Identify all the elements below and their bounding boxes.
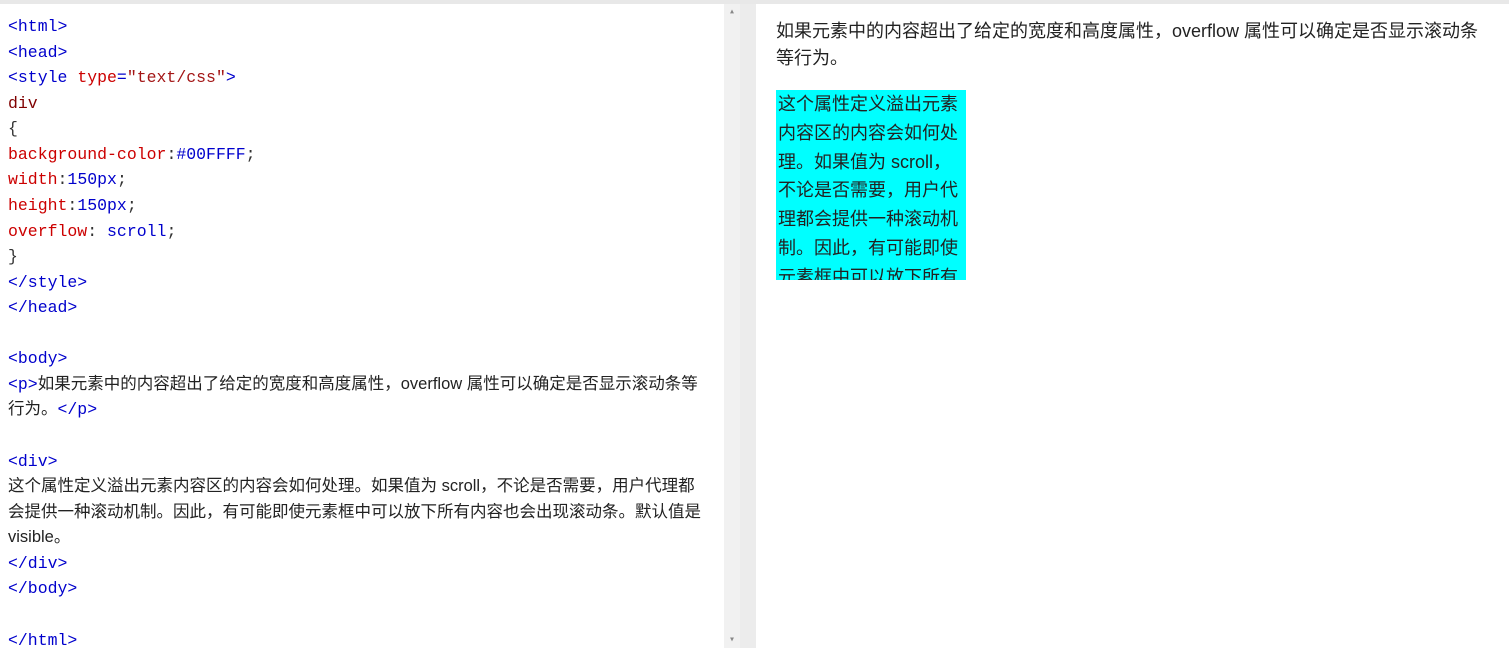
code-line[interactable] (8, 602, 708, 628)
code-line[interactable]: background-color:#00FFFF; (8, 142, 708, 168)
code-line[interactable]: </div> (8, 551, 708, 577)
scroll-down-icon[interactable]: ▾ (724, 632, 740, 648)
code-line[interactable]: <head> (8, 40, 708, 66)
code-content[interactable]: <html><head><style type="text/css">div{b… (8, 14, 732, 648)
code-line[interactable]: height:150px; (8, 193, 708, 219)
preview-pane: 如果元素中的内容超出了给定的宽度和高度属性，overflow 属性可以确定是否显… (756, 4, 1509, 648)
code-line[interactable]: overflow: scroll; (8, 219, 708, 245)
code-line[interactable]: <div> (8, 449, 708, 475)
code-line[interactable]: </head> (8, 295, 708, 321)
code-line[interactable]: <style type="text/css"> (8, 65, 708, 91)
code-line[interactable]: </html> (8, 628, 708, 649)
code-line[interactable]: div (8, 91, 708, 117)
code-line[interactable]: <p>如果元素中的内容超出了给定的宽度和高度属性，overflow 属性可以确定… (8, 372, 708, 423)
code-line[interactable]: <body> (8, 346, 708, 372)
editor-vertical-scrollbar[interactable]: ▴ ▾ (724, 4, 740, 648)
code-line[interactable] (8, 423, 708, 449)
code-line[interactable]: width:150px; (8, 167, 708, 193)
pane-divider[interactable] (740, 4, 756, 648)
code-line[interactable]: 这个属性定义溢出元素内容区的内容会如何处理。如果值为 scroll，不论是否需要… (8, 474, 708, 551)
code-line[interactable]: } (8, 244, 708, 270)
code-line[interactable]: <html> (8, 14, 708, 40)
code-line[interactable]: </style> (8, 270, 708, 296)
scroll-up-icon[interactable]: ▴ (724, 4, 740, 20)
preview-intro-paragraph: 如果元素中的内容超出了给定的宽度和高度属性，overflow 属性可以确定是否显… (776, 18, 1489, 72)
code-line[interactable] (8, 321, 708, 347)
split-view: <html><head><style type="text/css">div{b… (0, 4, 1509, 648)
overflow-demo-box[interactable]: 这个属性定义溢出元素内容区的内容会如何处理。如果值为 scroll，不论是否需要… (776, 90, 966, 280)
code-line[interactable]: </body> (8, 576, 708, 602)
code-editor-pane[interactable]: <html><head><style type="text/css">div{b… (0, 4, 740, 648)
code-line[interactable]: { (8, 116, 708, 142)
